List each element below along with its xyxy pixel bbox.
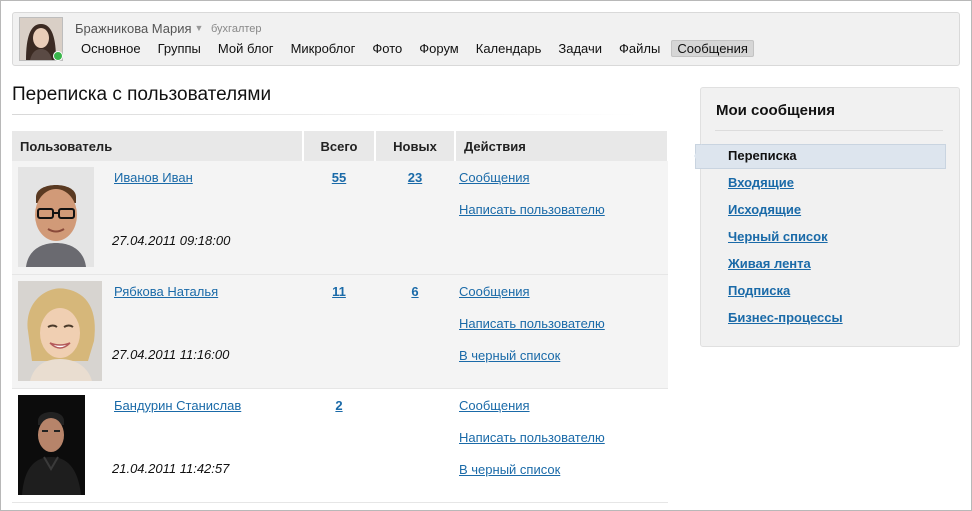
sidebar-divider <box>715 130 943 131</box>
user-name-link[interactable]: Рябкова Наталья <box>114 284 218 299</box>
new-cell: 23 <box>375 161 455 275</box>
write-user-link[interactable]: Написать пользователю <box>459 316 668 332</box>
sidebar-item-inbox[interactable]: Входящие <box>728 175 794 190</box>
total-cell: 2 <box>303 389 375 503</box>
last-message-date: 27.04.2011 09:18:00 <box>112 233 231 248</box>
online-status-icon <box>53 51 63 61</box>
menu-item-calendar[interactable]: Календарь <box>470 40 548 57</box>
user-photo[interactable] <box>18 281 102 381</box>
user-name-menu[interactable]: Бражникова Мария ▼ <box>75 21 203 36</box>
conversations-table: Пользователь Всего Новых Действия Иванов… <box>12 131 669 503</box>
user-name-link[interactable]: Иванов Иван <box>114 170 193 185</box>
sidebar-item-blacklist[interactable]: Черный список <box>728 229 828 244</box>
actions-cell: Сообщения Написать пользователю <box>455 161 668 275</box>
messages-sidebar: Мои сообщения Переписка Входящие Исходящ… <box>694 87 960 347</box>
sidebar-item-outbox[interactable]: Исходящие <box>728 202 801 217</box>
write-user-link[interactable]: Написать пользователю <box>459 202 668 218</box>
new-cell <box>375 389 455 503</box>
table-row: Рябкова Наталья 27.04.2011 11:16:00 11 6… <box>12 274 668 389</box>
actions-cell: Сообщения Написать пользователю В черный… <box>455 389 668 503</box>
messages-link[interactable]: Сообщения <box>459 170 668 186</box>
column-header-total[interactable]: Всего <box>303 131 376 161</box>
table-header-row: Пользователь Всего Новых Действия <box>12 131 669 161</box>
menu-item-blog[interactable]: Мой блог <box>212 40 280 57</box>
user-cell: Иванов Иван 27.04.2011 09:18:00 <box>12 161 303 275</box>
user-name: Бражникова Мария <box>75 21 192 36</box>
page-title: Переписка с пользователями <box>12 84 272 105</box>
column-header-actions: Действия <box>455 131 669 161</box>
menu-item-microblog[interactable]: Микроблог <box>285 40 362 57</box>
menu-item-forum[interactable]: Форум <box>413 40 465 57</box>
user-photo[interactable] <box>18 395 85 495</box>
actions-cell: Сообщения Написать пользователю В черный… <box>455 275 668 389</box>
total-cell: 55 <box>303 161 375 275</box>
chevron-down-icon: ▼ <box>194 23 204 33</box>
user-cell: Бандурин Станислав 21.04.2011 11:42:57 <box>12 389 303 503</box>
messages-link[interactable]: Сообщения <box>459 284 668 300</box>
menu-item-groups[interactable]: Группы <box>152 40 207 57</box>
sidebar-item-live-feed[interactable]: Живая лента <box>728 256 811 271</box>
total-count-link[interactable]: 11 <box>332 284 346 299</box>
sidebar-item-business-processes[interactable]: Бизнес-процессы <box>728 310 843 325</box>
last-message-date: 27.04.2011 11:16:00 <box>112 347 230 362</box>
table-row: Бандурин Станислав 21.04.2011 11:42:57 2… <box>12 388 668 503</box>
sidebar-active-arrow-icon <box>694 144 702 168</box>
title-divider <box>12 114 638 115</box>
table-row: Иванов Иван 27.04.2011 09:18:00 55 23 Со… <box>12 161 668 275</box>
write-user-link[interactable]: Написать пользователю <box>459 430 668 446</box>
sidebar-item-conversations[interactable]: Переписка <box>728 148 797 163</box>
total-cell: 11 <box>303 275 375 389</box>
main-menu: Основное Группы Мой блог Микроблог Фото … <box>75 40 759 57</box>
user-role: бухгалтер <box>211 23 262 35</box>
new-count-link[interactable]: 23 <box>408 170 422 185</box>
total-count-link[interactable]: 55 <box>332 170 346 185</box>
total-count-link[interactable]: 2 <box>335 398 342 413</box>
top-user-bar: Бражникова Мария ▼ бухгалтер Основное Гру… <box>12 12 960 66</box>
user-photo[interactable] <box>18 167 94 267</box>
menu-item-messages[interactable]: Сообщения <box>671 40 754 57</box>
sidebar-title: Мои сообщения <box>716 102 836 119</box>
new-count-link[interactable]: 6 <box>411 284 418 299</box>
blacklist-link[interactable]: В черный список <box>459 462 668 478</box>
menu-item-photo[interactable]: Фото <box>366 40 408 57</box>
menu-item-files[interactable]: Файлы <box>613 40 666 57</box>
user-portrait-icon <box>18 281 102 381</box>
user-portrait-icon <box>18 395 85 495</box>
menu-item-tasks[interactable]: Задачи <box>552 40 608 57</box>
new-cell: 6 <box>375 275 455 389</box>
menu-item-main[interactable]: Основное <box>75 40 147 57</box>
blacklist-link[interactable]: В черный список <box>459 348 668 364</box>
user-portrait-icon <box>18 167 94 267</box>
messages-link[interactable]: Сообщения <box>459 398 668 414</box>
user-cell: Рябкова Наталья 27.04.2011 11:16:00 <box>12 275 303 389</box>
column-header-new[interactable]: Новых <box>375 131 456 161</box>
user-name-link[interactable]: Бандурин Станислав <box>114 398 241 413</box>
last-message-date: 21.04.2011 11:42:57 <box>112 461 230 476</box>
column-header-user[interactable]: Пользователь <box>12 131 304 161</box>
sidebar-item-subscription[interactable]: Подписка <box>728 283 790 298</box>
